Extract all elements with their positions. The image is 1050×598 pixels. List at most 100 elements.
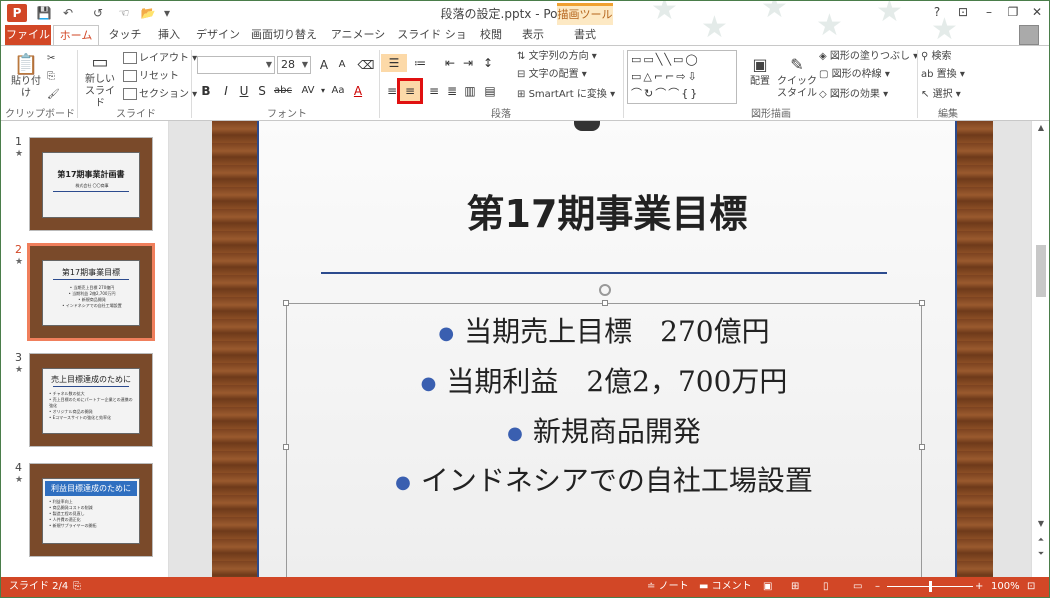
justify-button[interactable]: ≣	[443, 82, 461, 100]
scrollbar-thumb[interactable]	[1036, 245, 1046, 297]
new-slide-button[interactable]: ▭ 新しい スライド	[81, 52, 119, 110]
tab-slideshow[interactable]: スライド ショー	[397, 25, 467, 61]
cut-icon[interactable]: ✂	[47, 52, 55, 66]
scroll-down-icon[interactable]: ▼	[1035, 519, 1047, 528]
minimize-button[interactable]: –	[979, 3, 999, 21]
slide-thumbnail-4[interactable]: 利益目標達成のために • 利益率向上 • 商品開発コストの削減 • 製造工程の見…	[29, 463, 153, 557]
layout-button[interactable]: レイアウト ▾	[123, 52, 197, 66]
resize-handle[interactable]	[283, 300, 289, 306]
distributed-button[interactable]: ▥	[461, 82, 479, 100]
font-color-button[interactable]: A	[349, 82, 367, 100]
chevron-down-icon: ▼	[265, 60, 272, 69]
previous-slide-icon[interactable]: ⏶	[1035, 535, 1047, 545]
slide-sorter-icon[interactable]: ⊞	[791, 577, 799, 597]
columns-button[interactable]: ▤	[481, 82, 499, 100]
text-direction-button[interactable]: ⇅ 文字列の方向 ▾	[517, 50, 597, 64]
resize-handle[interactable]	[602, 300, 608, 306]
thumbnail-line: • 新規サプライヤーの開拓	[49, 523, 97, 528]
tab-file[interactable]: ファイル	[5, 25, 51, 45]
section-button[interactable]: セクション ▾	[123, 88, 197, 102]
slideshow-icon[interactable]: ▭	[853, 577, 862, 597]
shrink-font-button[interactable]: A	[333, 56, 351, 74]
tab-insert[interactable]: 挿入	[151, 25, 187, 45]
bullet-item[interactable]: ● 当期売上目標 270億円	[287, 310, 921, 350]
notes-button[interactable]: ≐ ノート	[647, 577, 689, 597]
spell-check-icon[interactable]: ⎘	[73, 577, 81, 597]
reset-button[interactable]: リセット	[123, 70, 179, 84]
thumbnail-line: • 売上目標のためにパートナー企業との連携の強化	[49, 397, 133, 408]
slide-thumbnail-3[interactable]: 売上目標達成のために • チャネル数の拡大 • 売上目標のためにパートナー企業と…	[29, 353, 153, 447]
arrange-button[interactable]: ▣ 配置	[743, 54, 777, 88]
close-button[interactable]: ✕	[1027, 3, 1047, 21]
zoom-level[interactable]: 100%	[991, 577, 1020, 597]
tab-animations[interactable]: アニメーション	[327, 25, 389, 61]
animation-star-icon: ★	[15, 475, 24, 485]
tab-transitions[interactable]: 画面切り替え	[249, 25, 319, 45]
chevron-down-icon[interactable]: ▾	[319, 82, 327, 100]
tab-review[interactable]: 校閲	[473, 25, 509, 45]
change-case-button[interactable]: Aa	[327, 82, 349, 100]
align-center-button[interactable]: ≡	[397, 78, 423, 104]
help-button[interactable]: ?	[927, 3, 947, 21]
font-name-combo[interactable]: ▼	[197, 56, 275, 74]
numbering-button[interactable]: ≔	[409, 54, 431, 72]
select-button[interactable]: ↖ 選択 ▾	[921, 88, 961, 102]
clear-formatting-icon[interactable]: ⌫	[357, 56, 375, 74]
slide-thumbnail-1[interactable]: 第17期事業計画書 株式会社 〇〇商事	[29, 137, 153, 231]
grow-font-button[interactable]: A	[315, 56, 333, 74]
thumbnail-title: 売上目標達成のために	[51, 375, 131, 384]
bullet-item[interactable]: ● インドネシアでの自社工場設置	[287, 459, 921, 499]
align-right-button[interactable]: ≡	[425, 82, 443, 100]
align-text-button[interactable]: ⊟ 文字の配置 ▾	[517, 68, 587, 82]
tab-home[interactable]: ホーム	[53, 25, 99, 46]
character-spacing-button[interactable]: AV	[297, 82, 319, 100]
shape-fill-button[interactable]: ◈ 図形の塗りつぶし ▾	[819, 50, 918, 64]
copy-icon[interactable]: ⎘	[47, 70, 55, 84]
paste-button[interactable]: 📋 貼り付け	[7, 52, 45, 100]
zoom-in-icon[interactable]: +	[975, 577, 983, 597]
quick-styles-button[interactable]: ✎ クイック スタイル	[777, 54, 817, 100]
maximize-button[interactable]: ❐	[1003, 3, 1023, 21]
shadow-button[interactable]: S	[253, 82, 271, 100]
normal-view-icon[interactable]: ▣	[763, 577, 772, 597]
shape-outline-button[interactable]: ▢ 図形の枠線 ▾	[819, 68, 890, 82]
line-spacing-button[interactable]: ↕	[479, 54, 497, 72]
bullet-item[interactable]: ● 新規商品開発	[287, 410, 921, 450]
italic-button[interactable]: I	[217, 82, 235, 100]
bold-button[interactable]: B	[197, 82, 215, 100]
tab-view[interactable]: 表示	[515, 25, 551, 45]
underline-button[interactable]: U	[235, 82, 253, 100]
ribbon-display-options-button[interactable]: ⊡	[953, 3, 973, 21]
find-button[interactable]: ⚲ 検索	[921, 50, 952, 64]
format-painter-icon[interactable]: 🖌	[47, 88, 60, 102]
bullet-item[interactable]: ● 当期利益 2億2，700万円	[287, 360, 921, 400]
shape-effects-button[interactable]: ◇ 図形の効果 ▾	[819, 88, 888, 102]
comments-button[interactable]: ▬ コメント	[699, 577, 752, 597]
tab-touch[interactable]: タッチ	[107, 25, 143, 45]
scroll-up-icon[interactable]: ▲	[1035, 123, 1047, 132]
vertical-scrollbar[interactable]: ▲ ▼ ⏶ ⏷	[1031, 121, 1049, 577]
rotate-handle[interactable]	[599, 284, 611, 296]
font-size-combo[interactable]: 28 ▼	[277, 56, 311, 74]
slide-thumbnail-2[interactable]: 第17期事業目標 • 当期売上目標 270億円 • 当期利益 2億2,700万円…	[27, 243, 155, 341]
body-textbox[interactable]: ● 当期売上目標 270億円 ● 当期利益 2億2，700万円 ● 新規商品開発 ● イ…	[283, 284, 925, 577]
replace-button[interactable]: ab 置換 ▾	[921, 68, 965, 82]
zoom-out-icon[interactable]: –	[875, 577, 880, 597]
smartart-button[interactable]: ⊞ SmartArt に変換 ▾	[517, 88, 615, 102]
bullet-text: インドネシアでの自社工場設置	[420, 464, 813, 497]
tab-format[interactable]: 書式	[563, 25, 607, 45]
zoom-slider-thumb[interactable]	[929, 581, 932, 592]
increase-indent-button[interactable]: ⇥	[459, 54, 477, 72]
thumbnail-number: 2	[15, 243, 22, 256]
avatar[interactable]	[1019, 25, 1039, 45]
shapes-gallery[interactable]: ▭▭╲╲▭◯ ▭△⌐⌐⇨⇩ ⌒↻⌒⌒{}	[627, 50, 737, 104]
bullets-button[interactable]: ☰	[381, 54, 407, 72]
strikethrough-button[interactable]: abc	[271, 82, 295, 100]
fit-to-window-icon[interactable]: ⊡	[1027, 577, 1035, 597]
slide-title[interactable]: 第17期事業目標	[259, 183, 955, 238]
tab-design[interactable]: デザイン	[195, 25, 241, 45]
decrease-indent-button[interactable]: ⇤	[441, 54, 459, 72]
reading-view-icon[interactable]: ▯	[823, 577, 829, 597]
next-slide-icon[interactable]: ⏷	[1035, 549, 1047, 559]
resize-handle[interactable]	[919, 300, 925, 306]
